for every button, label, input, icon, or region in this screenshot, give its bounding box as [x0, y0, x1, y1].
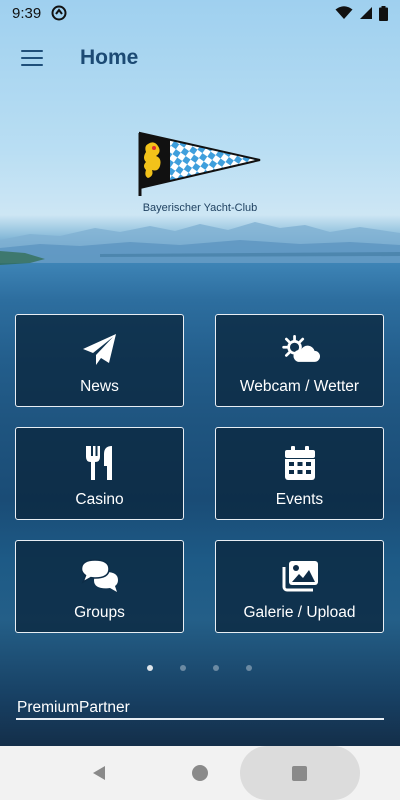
shoreline: [0, 251, 400, 265]
wifi-icon: [335, 6, 353, 19]
club-burgee-logo: [138, 131, 261, 196]
pager-dots: [0, 665, 400, 673]
back-icon[interactable]: [91, 765, 107, 781]
battery-icon: [379, 5, 388, 21]
tile-casino[interactable]: Casino: [15, 427, 184, 520]
chat-bubbles-icon: [80, 556, 120, 596]
hamburger-menu-icon[interactable]: [0, 28, 64, 88]
pager-dot-2[interactable]: [180, 665, 186, 671]
tile-news[interactable]: News: [15, 314, 184, 407]
tile-webcam-wetter[interactable]: Webcam / Wetter: [215, 314, 384, 407]
status-time: 9:39: [12, 4, 42, 22]
fork-knife-icon: [80, 443, 120, 483]
status-bar: 9:39: [0, 0, 400, 26]
pager-dot-3[interactable]: [213, 665, 219, 671]
recents-icon[interactable]: [292, 766, 307, 781]
tile-label: Casino: [75, 491, 124, 508]
tile-label: Events: [275, 491, 324, 508]
tile-label: Webcam / Wetter: [239, 378, 360, 395]
tile-label: News: [80, 378, 119, 395]
club-name-caption: Bayerischer Yacht-Club: [142, 202, 258, 214]
app-bar: Home: [0, 28, 400, 88]
pager-dot-1[interactable]: [147, 665, 153, 671]
tile-label: Galerie / Upload: [243, 604, 356, 621]
partner-divider: [16, 718, 384, 720]
premium-partner-label: PremiumPartner: [17, 699, 130, 716]
app-notification-icon: [51, 5, 67, 21]
tile-groups[interactable]: Groups: [15, 540, 184, 633]
home-screen: 9:39 Home Bayerischer Yacht-Club News We…: [0, 0, 400, 800]
system-nav-bar: [0, 746, 400, 800]
images-icon: [280, 556, 320, 596]
pager-dot-4[interactable]: [246, 665, 252, 671]
tile-label: Groups: [74, 604, 125, 621]
cellular-signal-icon: [360, 7, 372, 19]
paper-plane-icon: [80, 330, 120, 370]
sun-cloud-icon: [280, 330, 320, 370]
page-title: Home: [80, 46, 139, 69]
tile-galerie-upload[interactable]: Galerie / Upload: [215, 540, 384, 633]
calendar-icon: [280, 443, 320, 483]
home-icon[interactable]: [192, 765, 208, 781]
tile-events[interactable]: Events: [215, 427, 384, 520]
